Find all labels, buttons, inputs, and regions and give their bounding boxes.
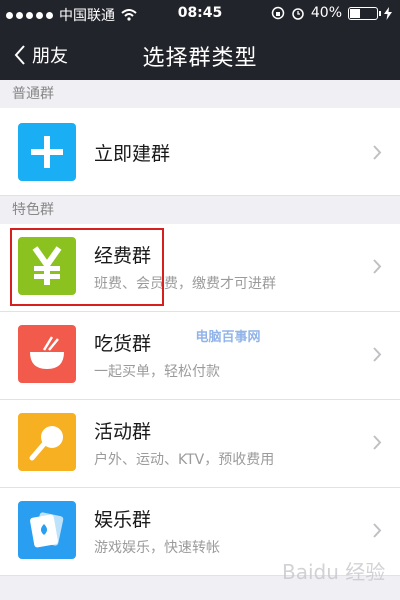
navigation-bar: 朋友 选择群类型 (0, 28, 400, 80)
item-title: 立即建群 (94, 143, 171, 165)
item-subtitle: 游戏娱乐，快速转帐 (94, 540, 220, 556)
baidu-jingyan-logo: Baidu 经验 (282, 560, 386, 584)
alarm-icon (292, 8, 304, 20)
ping-pong-icon (18, 413, 76, 471)
item-title: 活动群 (94, 421, 152, 443)
item-subtitle: 一起买单，轻松付款 (94, 364, 220, 380)
page-title: 选择群类型 (142, 46, 258, 71)
chevron-right-icon (373, 259, 382, 274)
cards-icon (18, 501, 76, 559)
status-bar-right: 40% (271, 5, 392, 21)
plus-icon (18, 123, 76, 181)
list-item-activity-group[interactable]: 活动群 户外、运动、KTV，预收费用 (0, 400, 400, 488)
section-header-regular: 普通群 (12, 86, 54, 102)
chevron-right-icon (373, 347, 382, 362)
chevron-right-icon (373, 145, 382, 160)
bowl-icon (18, 325, 76, 383)
chevron-right-icon (373, 435, 382, 450)
section-header-special: 特色群 (12, 202, 54, 218)
battery-percent: 40% (310, 5, 342, 21)
status-bar: 中国联通 08:45 40% (0, 0, 400, 28)
battery-icon (348, 6, 381, 20)
charging-icon (384, 6, 392, 20)
chevron-right-icon (373, 523, 382, 538)
list-item-create-group[interactable]: 立即建群 (0, 108, 400, 196)
watermark: 电脑百事网 (195, 330, 261, 345)
item-subtitle: 户外、运动、KTV，预收费用 (94, 452, 275, 468)
rotation-lock-icon (271, 6, 285, 20)
highlight-box (10, 228, 164, 306)
item-title: 吃货群 (94, 333, 152, 355)
item-title: 娱乐群 (94, 509, 152, 531)
